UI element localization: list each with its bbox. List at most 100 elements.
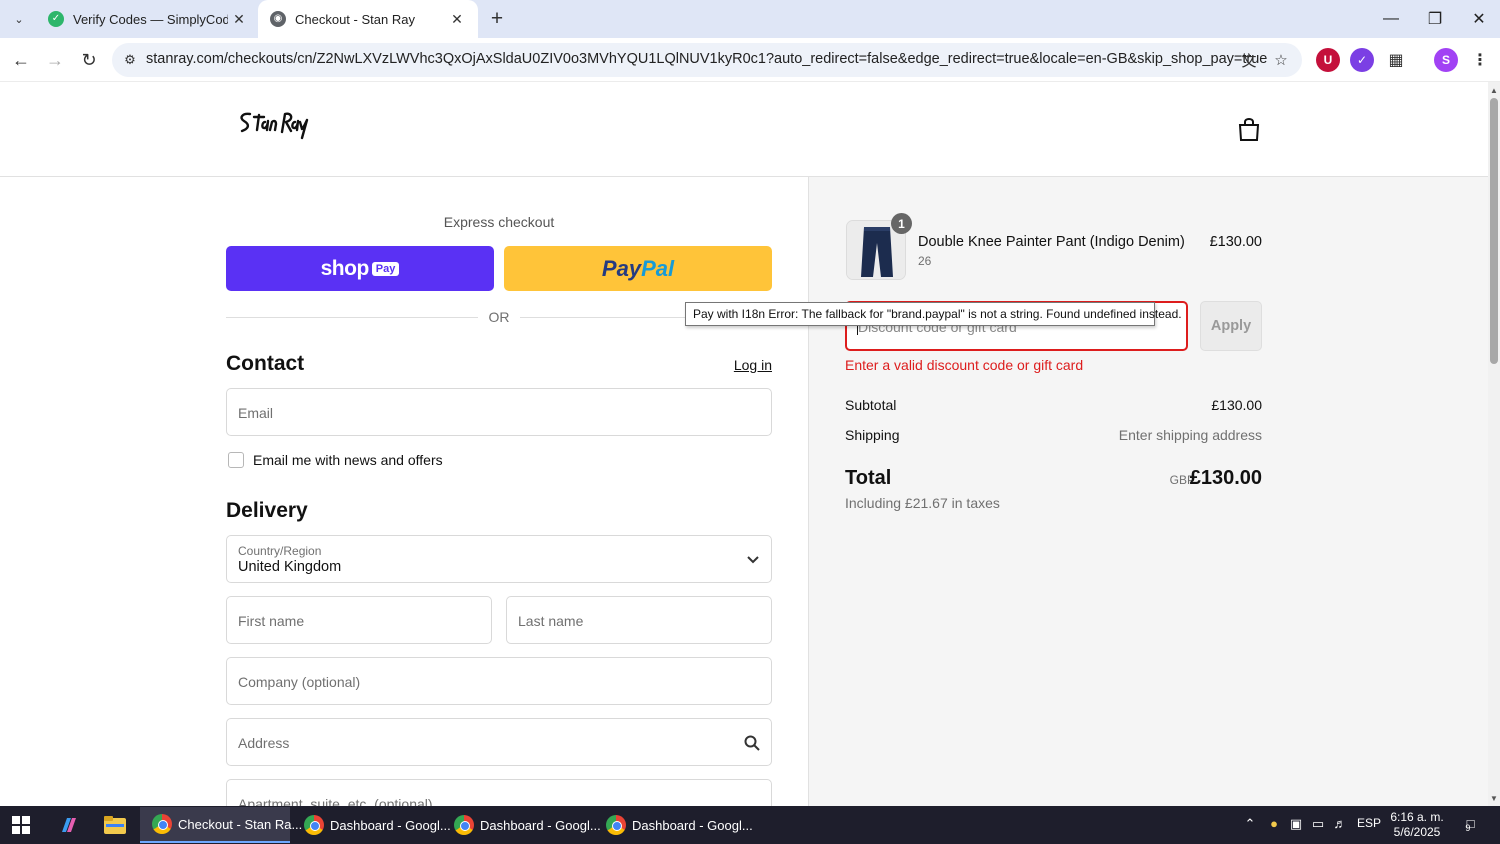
country-select[interactable]: Country/Region United Kingdom [226, 535, 772, 583]
site-header [0, 82, 1488, 177]
tab-checkout[interactable]: ◉ Checkout - Stan Ray ✕ [258, 0, 478, 38]
last-name-field[interactable]: Last name [506, 596, 772, 644]
tab-search-icon[interactable]: ⌄ [8, 8, 30, 30]
paypal-label-pal: Pal [641, 255, 675, 281]
address-field[interactable]: Address [226, 718, 772, 766]
site-info-icon[interactable]: ⚙ [120, 50, 140, 70]
system-clock[interactable]: 6:16 a. m. 5/6/2025 [1386, 810, 1448, 840]
first-name-field[interactable]: First name [226, 596, 492, 644]
taskbar-app-dashboard-3[interactable]: Dashboard - Googl... [594, 807, 753, 843]
file-explorer-icon[interactable] [100, 810, 130, 840]
clock-date: 5/6/2025 [1393, 825, 1441, 839]
new-tab-icon[interactable]: + [484, 6, 510, 32]
volume-icon[interactable]: ♬ [1330, 816, 1350, 831]
back-icon[interactable]: ← [6, 45, 36, 75]
notification-center-icon[interactable]: □9 [1460, 816, 1486, 833]
clock-time: 6:16 a. m. [1390, 810, 1444, 824]
taskbar-app-label: Dashboard - Googl... [480, 817, 601, 833]
chrome-icon [454, 815, 474, 835]
scrollbar-thumb[interactable] [1490, 98, 1498, 364]
delivery-heading: Delivery [226, 499, 308, 522]
taskbar-app-checkout[interactable]: Checkout - Stan Ra... [140, 807, 302, 843]
tab-strip: ⌄ ✓ Verify Codes — SimplyCodes ✕ ◉ Check… [0, 0, 1500, 38]
address-placeholder: Address [238, 735, 290, 751]
windows-start-icon[interactable] [6, 810, 36, 840]
shipping-value: Enter shipping address [1118, 427, 1262, 443]
express-checkout-title: Express checkout [443, 214, 555, 230]
subtotal-row: Subtotal £130.00 [845, 397, 1262, 413]
chrome-icon [304, 815, 324, 835]
extension-ublock-icon[interactable]: U [1316, 48, 1340, 72]
bookmark-star-icon[interactable]: ☆ [1270, 49, 1292, 71]
language-indicator[interactable]: ESP [1354, 816, 1384, 830]
subtotal-label: Subtotal [845, 397, 897, 413]
taskbar-app-dashboard-2[interactable]: Dashboard - Googl... [442, 807, 601, 843]
extensions-puzzle-icon[interactable]: ▦ [1384, 48, 1408, 72]
tab-title: Verify Codes — SimplyCodes [73, 11, 228, 27]
country-value: United Kingdom [238, 559, 342, 575]
newsletter-checkbox[interactable] [228, 452, 244, 468]
translate-icon[interactable]: 文 [1238, 49, 1260, 71]
browser-menu-icon[interactable]: ⋮ [1468, 48, 1492, 72]
profile-avatar[interactable]: S [1434, 48, 1458, 72]
search-icon [744, 735, 760, 751]
taskbar-app-dashboard-1[interactable]: Dashboard - Googl... [292, 807, 451, 843]
stan-ray-logo[interactable] [236, 104, 312, 144]
scroll-up-icon[interactable]: ▲ [1488, 84, 1500, 96]
extension-simplycodes-icon[interactable]: ✓ [1350, 48, 1374, 72]
tab-simplycodes[interactable]: ✓ Verify Codes — SimplyCodes ✕ [38, 0, 260, 38]
close-tab-icon[interactable]: ✕ [228, 11, 250, 28]
scroll-down-icon[interactable]: ▼ [1488, 792, 1500, 804]
forward-icon[interactable]: → [40, 45, 70, 75]
total-label: Total [845, 467, 892, 489]
browser-toolbar: ← → ↻ ⚙ stanray.com/checkouts/cn/Z2NwLXV… [0, 38, 1500, 82]
apply-button[interactable]: Apply [1200, 301, 1262, 351]
subtotal-value: £130.00 [1211, 397, 1262, 413]
meet-now-icon[interactable]: ▣ [1286, 816, 1306, 832]
country-label: Country/Region [238, 544, 322, 558]
paypal-button[interactable]: Pay Pal [504, 246, 772, 291]
first-name-placeholder: First name [238, 613, 305, 629]
reload-icon[interactable]: ↻ [74, 45, 104, 75]
close-tab-icon[interactable]: ✕ [446, 11, 468, 28]
company-field[interactable]: Company (optional) [226, 657, 772, 705]
newsletter-label[interactable]: Email me with news and offers [253, 452, 443, 468]
divider [226, 317, 478, 318]
discount-error-message: Enter a valid discount code or gift card [845, 357, 1084, 373]
shipping-row: Shipping Enter shipping address [845, 427, 1262, 443]
minimize-icon[interactable]: — [1368, 4, 1414, 34]
email-placeholder: Email [238, 405, 274, 421]
url-text[interactable]: stanray.com/checkouts/cn/Z2NwLXVzLWVhc3Q… [146, 51, 1267, 67]
product-name: Double Knee Painter Pant (Indigo Denim) [918, 234, 1185, 250]
contact-heading: Contact [226, 352, 305, 375]
product-variant: 26 [918, 254, 932, 268]
tab-title: Checkout - Stan Ray [295, 11, 415, 27]
network-icon[interactable]: ▭ [1308, 816, 1328, 832]
email-field[interactable]: Email [226, 388, 772, 436]
shop-pay-badge: Pay [371, 261, 400, 276]
paypal-label-pay: Pay [601, 255, 642, 281]
chrome-icon [606, 815, 626, 835]
order-summary: 1 Double Knee Painter Pant (Indigo Denim… [808, 177, 1488, 806]
notification-count: 9 [1465, 823, 1471, 833]
last-name-placeholder: Last name [518, 613, 584, 629]
shopping-bag-icon[interactable] [1236, 116, 1262, 142]
chrome-icon [152, 814, 172, 834]
address-bar[interactable]: ⚙ stanray.com/checkouts/cn/Z2NwLXVzLWVhc… [112, 43, 1302, 77]
globe-icon: ◉ [270, 11, 286, 27]
apartment-field[interactable]: Apartment, suite, etc. (optional) [226, 779, 772, 806]
page-scrollbar[interactable]: ▲ ▼ [1488, 82, 1500, 806]
restore-icon[interactable]: ❐ [1412, 4, 1458, 34]
taskbar-app-label: Dashboard - Googl... [632, 817, 753, 833]
checkout-page: Express checkout shop Pay Pay Pal OR Cont… [0, 82, 1488, 806]
apartment-placeholder: Apartment, suite, etc. (optional) [238, 796, 433, 806]
tray-app-icon[interactable]: ● [1264, 816, 1284, 831]
login-link[interactable]: Log in [700, 357, 772, 373]
copilot-icon[interactable] [54, 810, 84, 840]
quantity-badge: 1 [891, 213, 912, 234]
tray-overflow-icon[interactable]: ⌃ [1240, 816, 1260, 832]
close-window-icon[interactable]: ✕ [1456, 4, 1500, 34]
shop-pay-button[interactable]: shop Pay [226, 246, 494, 291]
or-divider-text: OR [488, 309, 510, 325]
checkout-form: Express checkout shop Pay Pay Pal OR Cont… [0, 177, 808, 806]
